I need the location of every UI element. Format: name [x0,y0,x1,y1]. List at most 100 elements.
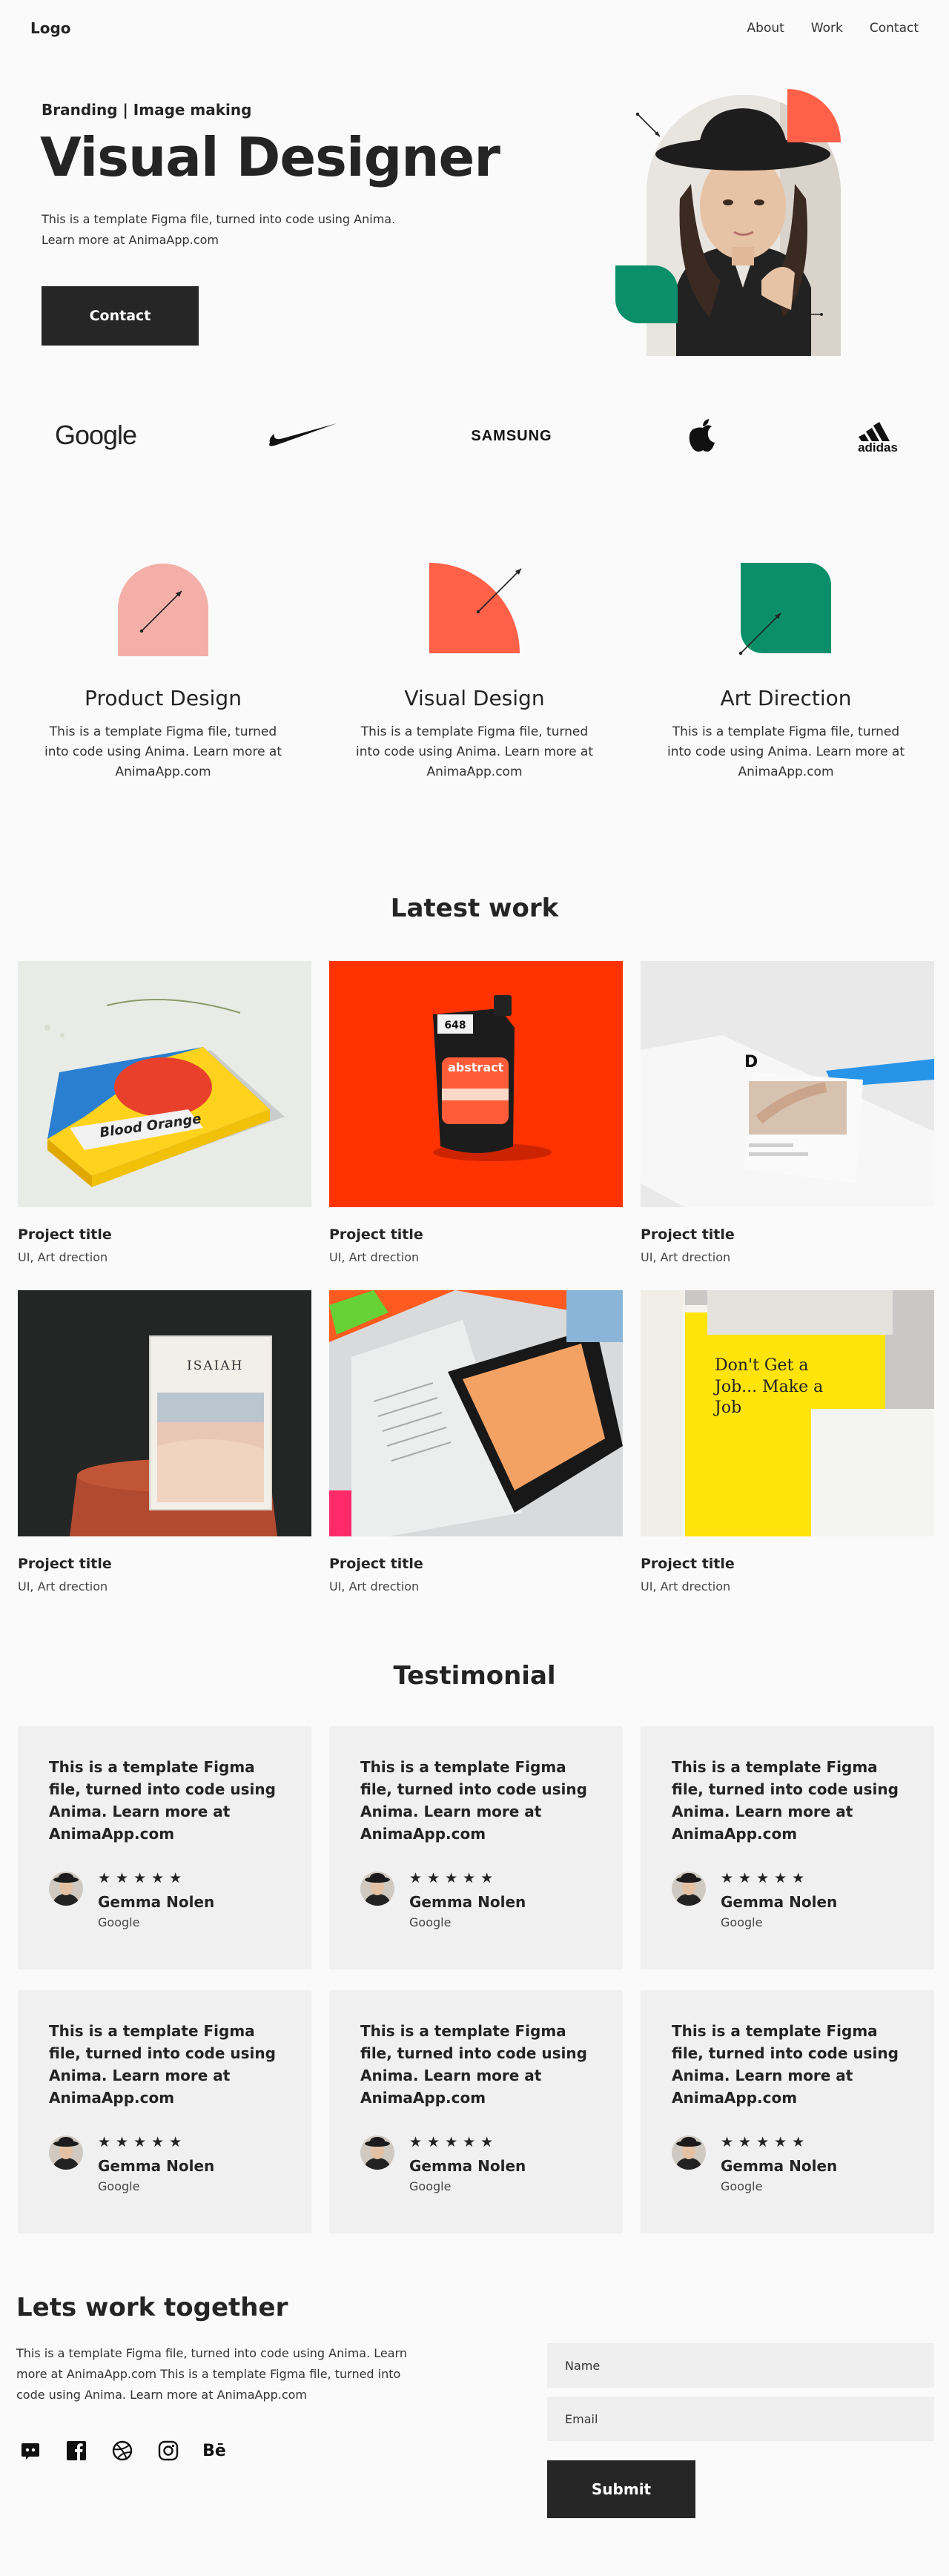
project-image-magazine[interactable] [329,1290,623,1536]
project-image-isaiah[interactable]: ISAIAH [18,1290,311,1536]
project-title[interactable]: Project title [329,1226,623,1243]
testimonial-meta: ★★★★★ Gemma Nolen Google [409,2134,526,2194]
testimonial-quote: This is a template Figma file, turned in… [672,1758,899,1843]
behance-icon[interactable]: Bē [202,2440,226,2462]
submit-button[interactable]: Submit [547,2460,695,2518]
project-title[interactable]: Project title [641,1226,934,1243]
nav-links: About Work Contact [747,21,919,36]
service-art-direction: Art Direction This is a template Figma f… [652,560,919,783]
testimonial-author: ★★★★★ Gemma Nolen Google [360,1872,526,1929]
nike-logo [268,420,338,449]
arch-shape-icon [115,560,211,656]
name-field[interactable]: Name [547,2343,934,2388]
contact-title: Lets work together [16,2293,288,2322]
google-logo: Google [54,420,137,450]
avatar [49,2136,83,2170]
rating-stars-icon: ★★★★★ [721,1870,810,1886]
project-title[interactable]: Project title [641,1556,934,1572]
nav-link-contact[interactable]: Contact [870,21,919,36]
svg-text:648: 648 [444,1020,466,1031]
project-title[interactable]: Project title [18,1556,311,1572]
testimonial-card: This is a template Figma file, turned in… [641,1990,934,2233]
testimonial-card: This is a template Figma file, turned in… [329,1990,623,2233]
testimonial-quote: This is a template Figma file, turned in… [360,2022,587,2107]
facebook-icon[interactable] [65,2440,87,2462]
service-product-design: Product Design This is a template Figma … [30,560,297,783]
top-nav: Logo About Work Contact [0,0,949,56]
project-image-paint-pouch[interactable]: 648 abstract [329,961,623,1207]
testimonial-quote: This is a template Figma file, turned in… [672,2022,899,2107]
project-image-yellow-books[interactable]: Don't Get a Job... Make a Job [641,1290,934,1536]
project-subtitle: UI, Art drection [18,1250,108,1264]
instagram-icon[interactable] [157,2440,179,2462]
testimonial-card: This is a template Figma file, turned in… [641,1726,934,1969]
contact-button[interactable]: Contact [42,286,199,346]
discord-icon[interactable] [19,2440,42,2462]
testimonial-author: ★★★★★ Gemma Nolen Google [672,1872,837,1929]
apple-logo [687,415,719,455]
testimonial-author: ★★★★★ Gemma Nolen Google [49,2136,214,2193]
service-description: This is a template Figma file, turned in… [355,724,594,780]
email-field[interactable]: Email [547,2397,934,2441]
project-subtitle: UI, Art drection [18,1579,108,1594]
project-card[interactable]: 648 abstract Project title UI, Art drect… [329,961,623,1264]
project-image-text: ISAIAH [187,1358,244,1373]
samsung-logo: SAMSUNG [471,427,552,444]
rating-stars-icon: ★★★★★ [98,1870,188,1886]
testimonial-quote: This is a template Figma file, turned in… [360,1758,587,1843]
rating-stars-icon: ★★★★★ [409,2134,499,2150]
coral-quarter-shape [787,89,841,142]
project-image-booklet[interactable]: D [641,961,934,1207]
avatar [672,1872,706,1906]
latest-work-title: Latest work [390,894,559,923]
hero-kicker: Branding | Image making [42,101,252,119]
testimonial-quote: This is a template Figma file, turned in… [49,2022,276,2107]
author-name: Gemma Nolen [98,1893,215,1911]
service-title: Product Design [85,686,242,710]
quarter-circle-shape-icon [426,560,523,656]
project-card[interactable]: Project title UI, Art drection [329,1290,623,1594]
testimonial-card: This is a template Figma file, turned in… [18,1726,311,1969]
hero-visual [615,87,853,362]
testimonial-meta: ★★★★★ Gemma Nolen Google [98,2136,215,2194]
testimonial-author: ★★★★★ Gemma Nolen Google [672,2136,837,2193]
nav-link-work[interactable]: Work [811,21,843,36]
project-title[interactable]: Project title [18,1226,311,1243]
project-image-text: abstract [448,1060,504,1074]
rating-stars-icon: ★★★★★ [721,2134,810,2150]
author-name: Gemma Nolen [98,2157,215,2175]
testimonial-author: ★★★★★ Gemma Nolen Google [49,1872,214,1929]
author-name: Gemma Nolen [409,1893,526,1911]
nav-link-about[interactable]: About [747,21,784,36]
logo[interactable]: Logo [30,19,71,37]
project-image-blood-orange[interactable]: Blood Orange [18,961,311,1207]
project-card[interactable]: Don't Get a Job... Make a Job Project ti… [641,1290,934,1594]
author-company: Google [98,1915,140,1929]
testimonial-card: This is a template Figma file, turned in… [329,1726,623,1969]
project-card[interactable]: Blood Orange Project title UI, Art drect… [18,961,311,1264]
social-links: Bē [19,2440,226,2462]
brand-logos: Google SAMSUNG adidas [0,400,949,472]
project-title[interactable]: Project title [329,1556,623,1572]
leaf-shape-icon [738,560,834,656]
hero-description: This is a template Figma file, turned in… [42,212,396,247]
author-name: Gemma Nolen [721,1893,838,1911]
name-placeholder: Name [565,2358,601,2373]
project-subtitle: UI, Art drection [329,1250,420,1264]
dribbble-icon[interactable] [111,2440,133,2462]
avatar [49,1872,83,1906]
testimonial-meta: ★★★★★ Gemma Nolen Google [721,1870,838,1930]
project-image-text: Don't Get a Job... Make a Job [715,1356,824,1418]
hero-title: Visual Designer [40,126,500,188]
avatar [360,1872,394,1906]
project-image-text: D [744,1053,758,1071]
rating-stars-icon: ★★★★★ [409,1870,499,1886]
email-placeholder: Email [565,2411,598,2426]
testimonial-meta: ★★★★★ Gemma Nolen Google [721,2134,837,2194]
author-company: Google [721,2179,763,2193]
author-name: Gemma Nolen [409,2157,526,2175]
service-description: This is a template Figma file, turned in… [667,724,905,780]
project-card[interactable]: D Project title UI, Art drection [641,961,934,1264]
project-card[interactable]: ISAIAH Project title UI, Art drection [18,1290,311,1594]
project-subtitle: UI, Art drection [329,1579,420,1594]
